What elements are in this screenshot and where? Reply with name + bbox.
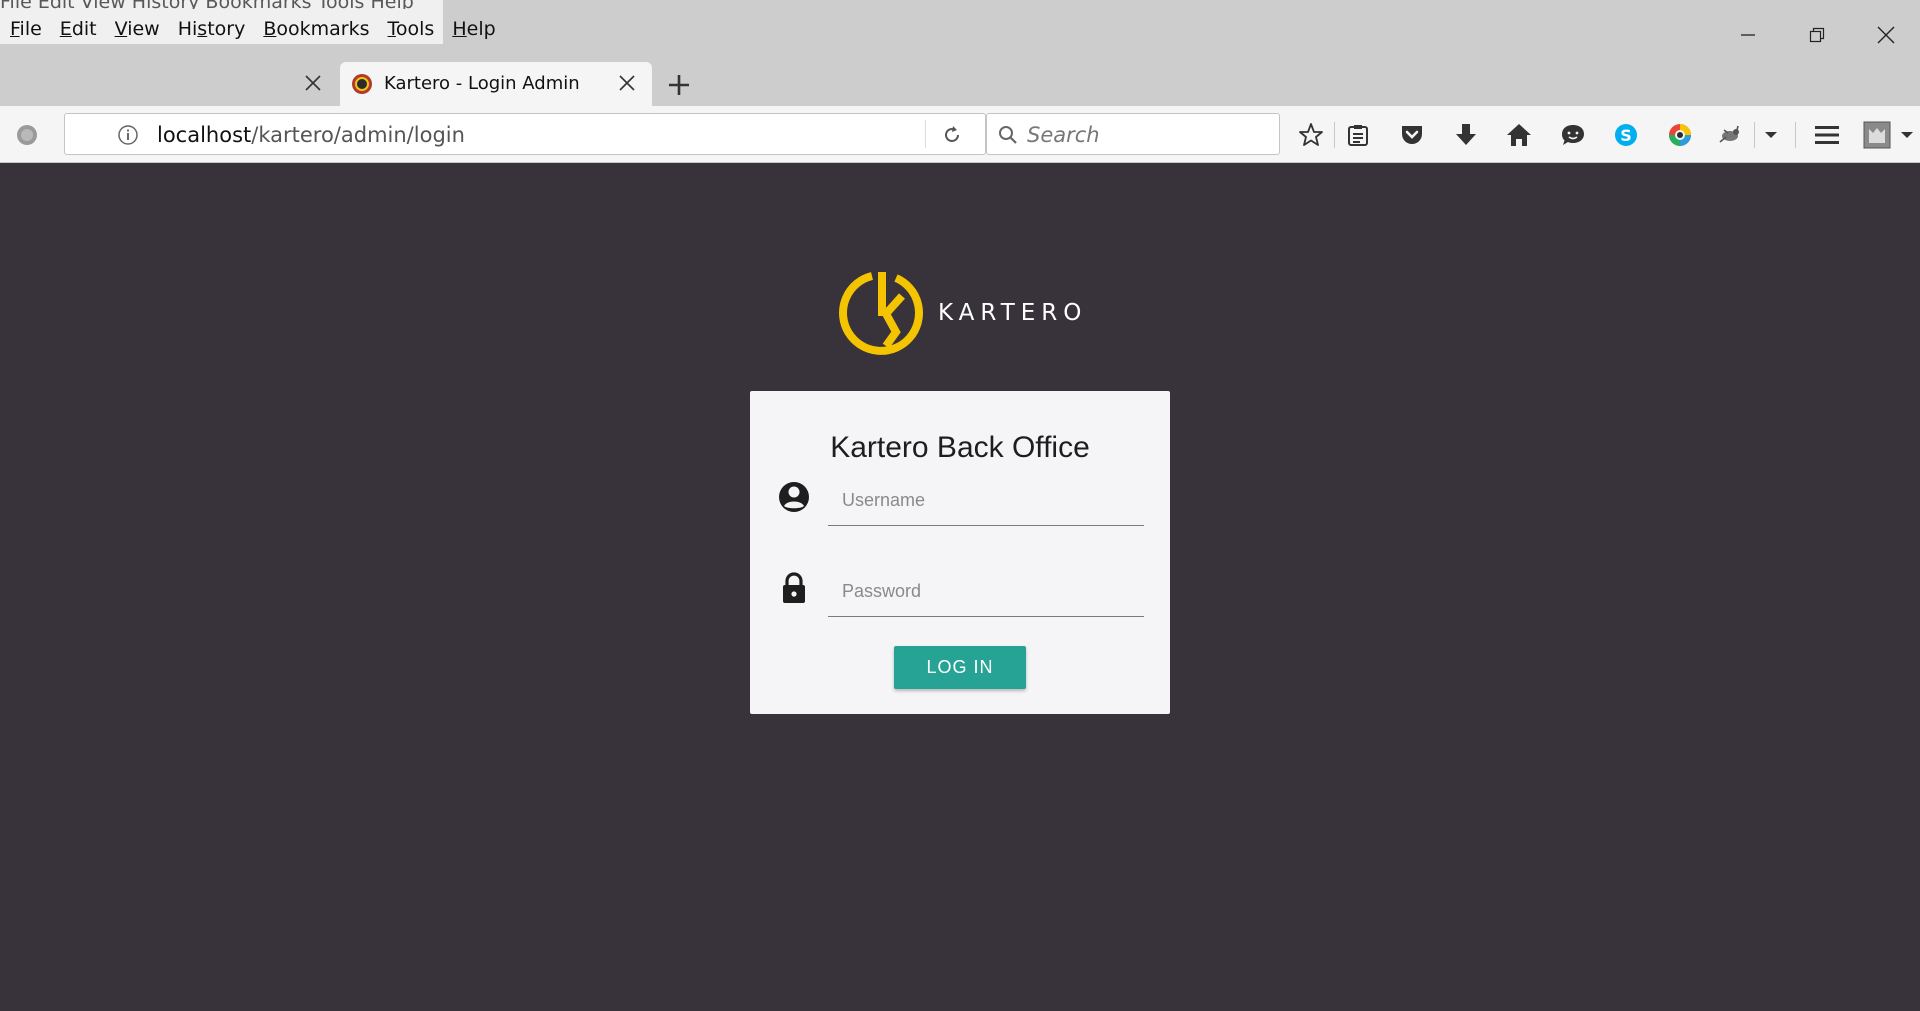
downloads-button[interactable] <box>1451 120 1481 150</box>
menu-help[interactable]: Help <box>452 18 504 40</box>
profile-button[interactable] <box>1862 120 1892 150</box>
chevron-down-icon <box>1901 132 1913 138</box>
toolbar-separator <box>1795 122 1796 148</box>
search-icon <box>999 126 1017 144</box>
url-path: /kartero/admin/login <box>251 123 465 147</box>
minimize-icon <box>1741 34 1755 36</box>
password-placeholder: Password <box>842 581 922 601</box>
extension-button[interactable] <box>1717 120 1747 150</box>
hamburger-menu-button[interactable] <box>1812 120 1842 150</box>
tab-background[interactable] <box>20 62 330 106</box>
navigation-bar: localhost/kartero/admin/login Search S <box>0 106 1920 163</box>
clipboard-icon <box>1348 125 1368 146</box>
toolbar-separator <box>1754 122 1755 148</box>
home-button[interactable] <box>1504 120 1534 150</box>
menu-view[interactable]: View <box>115 18 169 40</box>
chat-button[interactable] <box>1558 120 1588 150</box>
search-bar[interactable]: Search <box>986 113 1280 155</box>
password-field[interactable]: Password <box>828 567 1144 617</box>
tab-active[interactable]: Kartero - Login Admin <box>340 62 652 106</box>
close-icon <box>1877 26 1895 44</box>
hamburger-icon <box>1815 126 1839 144</box>
browser-chrome: File Edit View History Bookmarks Tools H… <box>0 0 1920 163</box>
chevron-down-icon <box>1765 132 1777 138</box>
lock-icon <box>783 572 805 603</box>
close-tab-icon[interactable] <box>616 72 638 94</box>
close-window-button[interactable] <box>1868 18 1904 52</box>
info-icon[interactable] <box>117 124 139 146</box>
url-bar[interactable]: localhost/kartero/admin/login <box>64 113 986 155</box>
download-arrow-icon <box>1456 124 1476 145</box>
toolbar-separator <box>1334 122 1335 148</box>
skype-button[interactable]: S <box>1611 120 1641 150</box>
reload-icon[interactable] <box>941 124 963 146</box>
profile-avatar-icon <box>1863 121 1891 149</box>
menu-items: File Edit View History Bookmarks Tools H… <box>10 18 514 40</box>
username-placeholder: Username <box>842 490 926 510</box>
star-icon <box>1299 123 1323 146</box>
colorpicker-button[interactable] <box>1665 120 1695 150</box>
tab-strip: Kartero - Login Admin <box>0 62 1920 106</box>
svg-text:S: S <box>1620 126 1632 145</box>
color-wheel-icon <box>1669 124 1691 146</box>
bookmark-star-button[interactable] <box>1296 120 1326 150</box>
restore-button[interactable] <box>1799 18 1835 52</box>
overflow-dropdown-button[interactable] <box>1756 120 1786 150</box>
menu-tools[interactable]: Tools <box>388 18 444 40</box>
url-host: localhost <box>157 123 252 147</box>
menu-bar: File Edit View History Bookmarks Tools H… <box>0 0 496 44</box>
menu-history[interactable]: History <box>178 18 255 40</box>
kartero-favicon-icon <box>352 74 372 94</box>
bookmarks-list-button[interactable] <box>1343 120 1373 150</box>
home-icon <box>1507 124 1531 146</box>
restore-icon <box>1809 27 1825 43</box>
url-separator <box>925 120 926 148</box>
username-field[interactable]: Username <box>828 476 1144 526</box>
login-button[interactable]: LOG IN <box>894 646 1026 689</box>
pocket-button[interactable] <box>1397 120 1427 150</box>
new-tab-icon[interactable] <box>664 70 694 100</box>
profile-dropdown-button[interactable] <box>1892 120 1920 150</box>
login-card: Kartero Back Office Username Password LO… <box>750 391 1170 714</box>
identity-globe-icon[interactable] <box>12 120 42 150</box>
menu-bookmarks[interactable]: Bookmarks <box>263 18 378 40</box>
search-placeholder: Search <box>1027 123 1100 147</box>
kartero-logo: KARTERO <box>838 270 1088 356</box>
kartero-logo-mark-icon <box>839 272 923 355</box>
url-text[interactable]: localhost/kartero/admin/login <box>157 123 465 147</box>
chat-smile-icon <box>1562 125 1584 145</box>
menu-file[interactable]: File <box>10 18 51 40</box>
bug-extension-icon <box>1719 125 1739 143</box>
logo-wordmark: KARTERO <box>938 300 1088 326</box>
menu-edit[interactable]: Edit <box>60 18 106 40</box>
close-tab-icon[interactable] <box>302 72 324 94</box>
minimize-button[interactable] <box>1730 18 1766 52</box>
tab-title: Kartero - Login Admin <box>384 73 580 94</box>
skype-icon: S <box>1615 124 1637 146</box>
pocket-icon <box>1402 126 1422 144</box>
card-title: Kartero Back Office <box>830 431 1090 464</box>
menu-bar-ghost: File Edit View History Bookmarks Tools H… <box>0 0 414 9</box>
account-circle-icon <box>779 482 809 512</box>
